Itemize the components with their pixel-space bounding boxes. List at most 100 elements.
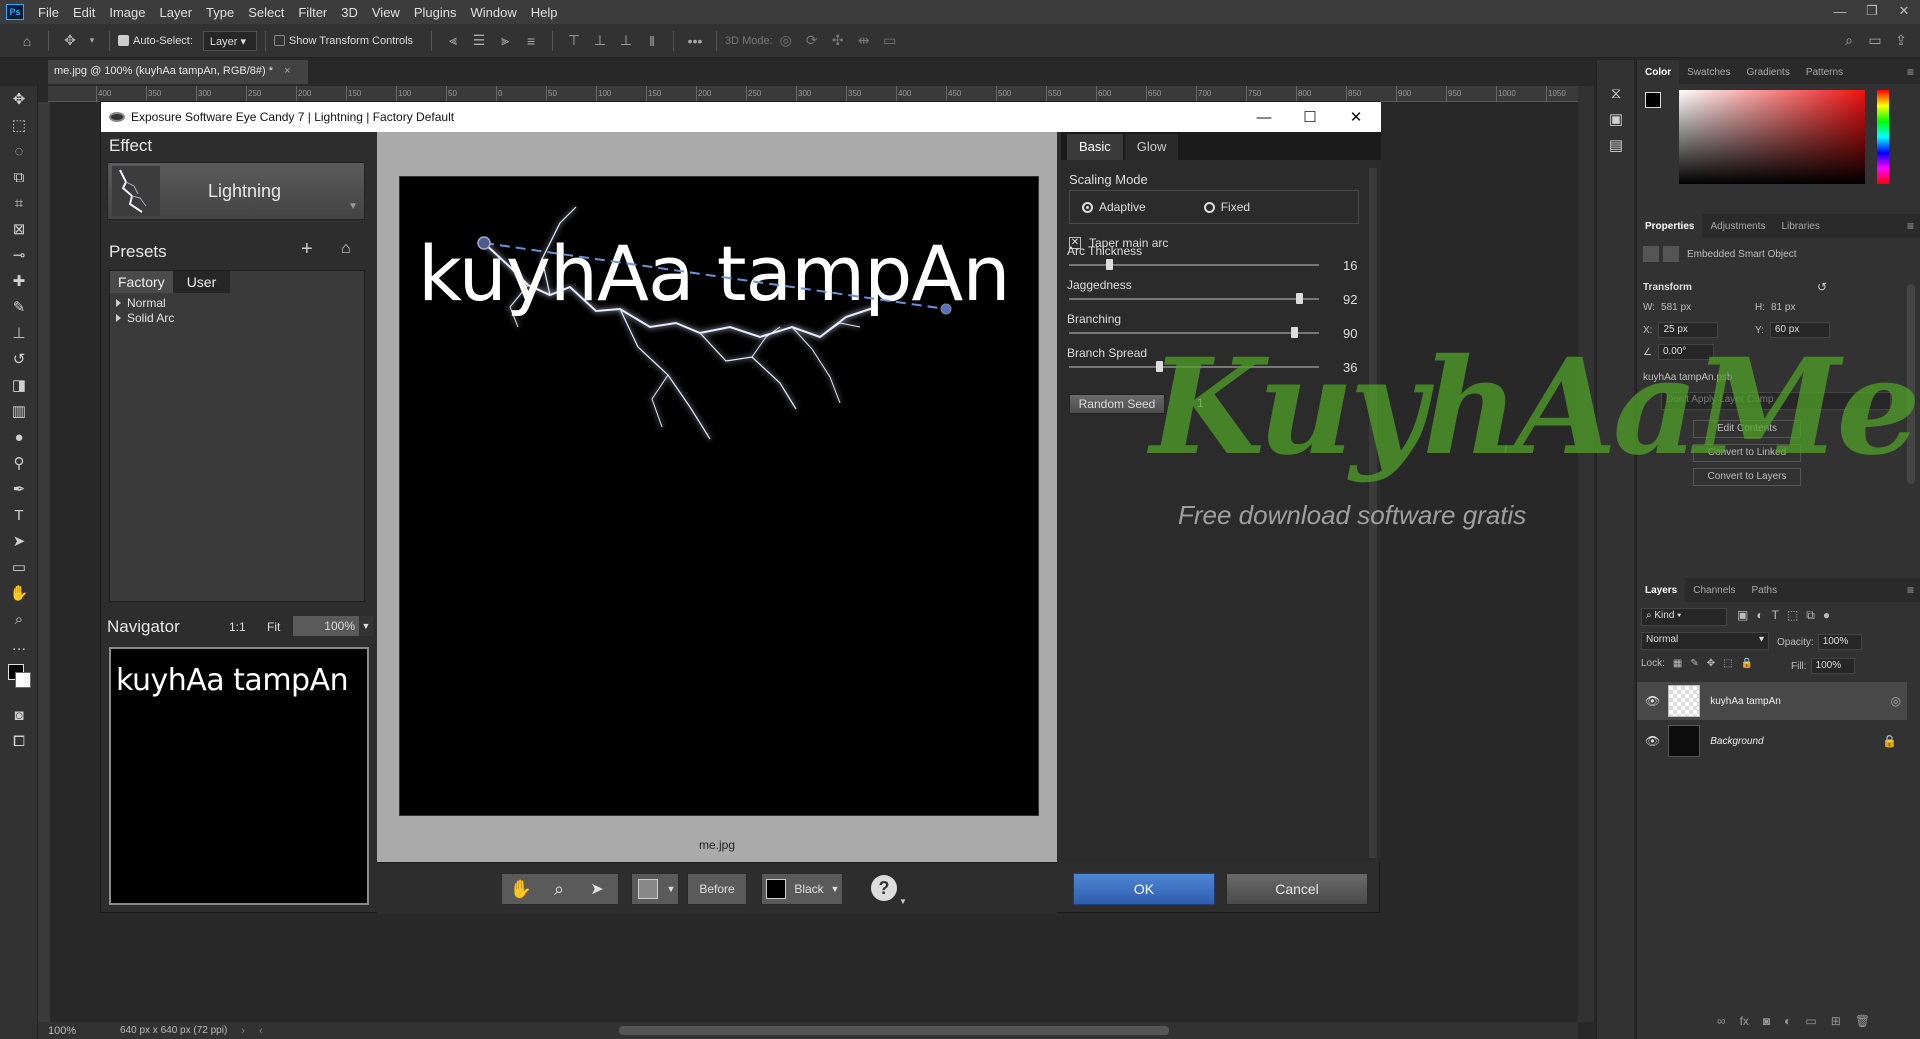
hue-slider[interactable] — [1877, 90, 1889, 184]
tab-user[interactable]: User — [172, 271, 231, 293]
crop-tool-icon[interactable]: ⌗ — [0, 190, 38, 216]
properties-scrollbar[interactable] — [1907, 284, 1915, 484]
menu-edit[interactable]: Edit — [67, 5, 103, 20]
maximize-icon[interactable]: ☐ — [1287, 102, 1333, 132]
lasso-tool-icon[interactable]: ◌ — [0, 138, 38, 164]
zoom-readout[interactable]: 100% — [38, 1025, 98, 1037]
background-color-dropdown[interactable]: Black ▼ — [761, 873, 843, 905]
convert-layers-button[interactable]: Convert to Layers — [1693, 468, 1801, 486]
slider-value[interactable]: 92 — [1343, 292, 1357, 307]
mask-icon[interactable]: ◙ — [1763, 1014, 1770, 1028]
preview-canvas[interactable]: kuyhAa tampAn — [399, 176, 1039, 816]
workspace-icon[interactable]: ▭ — [1866, 32, 1884, 50]
align-right-icon[interactable]: ⫸ — [496, 32, 514, 50]
align-center-icon[interactable]: ☰ — [470, 32, 488, 50]
chevron-right-icon[interactable]: › — [241, 1025, 245, 1037]
align-middle-icon[interactable]: ⊥ — [591, 32, 609, 50]
tab-layers[interactable]: Layers — [1637, 578, 1686, 602]
tab-swatches[interactable]: Swatches — [1679, 60, 1738, 84]
color-field[interactable] — [1679, 90, 1865, 184]
expand-triangle-icon[interactable] — [116, 313, 121, 322]
chevron-down-icon[interactable]: ▼ — [664, 874, 678, 904]
adaptive-radio[interactable] — [1082, 201, 1093, 213]
clone-stamp-icon[interactable]: ⊥ — [0, 320, 38, 346]
camera-3d-icon[interactable]: ▭ — [881, 32, 899, 50]
eye-visibility-icon[interactable]: 👁 — [1645, 694, 1660, 708]
layer-name[interactable]: Background — [1710, 736, 1763, 747]
chevron-down-icon[interactable]: ▾ — [87, 32, 97, 50]
align-top-icon[interactable]: ⊤ — [565, 32, 583, 50]
tab-adjustments[interactable]: Adjustments — [1702, 214, 1773, 238]
chevron-down-icon[interactable]: ▼ — [899, 897, 907, 906]
help-icon[interactable]: ? — [871, 875, 897, 901]
frame-tool-icon[interactable]: ⊠ — [0, 216, 38, 242]
gradient-tool-icon[interactable]: ▥ — [0, 398, 38, 424]
height-value[interactable]: 81 px — [1771, 302, 1795, 313]
rectangle-tool-icon[interactable]: ▭ — [0, 554, 38, 580]
tab-libraries[interactable]: Libraries — [1774, 214, 1828, 238]
menu-type[interactable]: Type — [200, 5, 242, 20]
layer-comp-dropdown[interactable]: Don't Apply Layer Comp — [1661, 392, 1891, 410]
arc-end-handle[interactable] — [940, 303, 952, 315]
menu-help[interactable]: Help — [525, 5, 566, 20]
add-preset-icon[interactable]: + — [301, 238, 313, 261]
menu-layer[interactable]: Layer — [154, 5, 201, 20]
expand-triangle-icon[interactable] — [116, 298, 121, 307]
layer-row[interactable]: 👁 Background 🔒 — [1637, 722, 1907, 760]
y-field[interactable]: 60 px — [1769, 322, 1830, 338]
chevron-left-icon[interactable]: ‹ — [259, 1025, 269, 1037]
preset-group[interactable]: Normal — [110, 295, 364, 310]
orbit-3d-icon[interactable]: ◎ — [777, 32, 795, 50]
new-layer-icon[interactable]: ⊞ — [1831, 1014, 1841, 1028]
lock-position-icon[interactable]: ✥ — [1707, 658, 1715, 669]
align-left-icon[interactable]: ⫷ — [444, 32, 462, 50]
path-select-icon[interactable]: ➤ — [0, 528, 38, 554]
navigator-fit-button[interactable]: Fit — [267, 620, 280, 634]
panel-menu-icon[interactable]: ≡ — [1907, 219, 1914, 233]
effect-selector[interactable]: Lightning ▼ — [107, 162, 365, 220]
menu-filter[interactable]: Filter — [292, 5, 335, 20]
settings-scrollbar[interactable] — [1369, 168, 1377, 858]
x-field[interactable]: 25 px — [1658, 322, 1719, 338]
random-seed-button[interactable]: Random Seed — [1069, 394, 1165, 414]
opacity-field[interactable]: 100% — [1817, 634, 1862, 650]
preset-group[interactable]: Solid Arc — [110, 310, 364, 325]
slider-track[interactable] — [1069, 366, 1319, 368]
auto-select-checkbox[interactable] — [118, 35, 129, 46]
lock-artboard-icon[interactable]: ⬚ — [1723, 658, 1732, 669]
filter-pixel-icon[interactable]: ▣ — [1737, 608, 1748, 623]
distribute-vertical-icon[interactable]: ‖ — [643, 32, 661, 50]
object-select-tool-icon[interactable]: ⧉ — [0, 164, 38, 190]
brush-tool-icon[interactable]: ✎ — [0, 294, 38, 320]
close-icon[interactable]: ✕ — [1333, 102, 1379, 132]
tab-patterns[interactable]: Patterns — [1798, 60, 1851, 84]
dodge-tool-icon[interactable]: ⚲ — [0, 450, 38, 476]
pen-tool-icon[interactable]: ✒ — [0, 476, 38, 502]
search-icon[interactable]: ⌕ — [1840, 32, 1858, 50]
lock-pixels-icon[interactable]: ✎ — [1690, 658, 1698, 669]
tab-gradients[interactable]: Gradients — [1738, 60, 1797, 84]
more-options-icon[interactable]: ••• — [686, 32, 704, 50]
document-tab[interactable]: me.jpg @ 100% (kuyhAa tampAn, RGB/8#) * … — [48, 60, 308, 84]
slide-3d-icon[interactable]: ⇹ — [855, 32, 873, 50]
panel-menu-icon[interactable]: ≡ — [1907, 65, 1914, 79]
fixed-radio[interactable] — [1203, 201, 1215, 213]
distribute-icon[interactable]: ≡ — [522, 32, 540, 50]
vertical-scrollbar[interactable] — [1578, 86, 1594, 1022]
notes-icon[interactable]: ▤ — [1597, 132, 1635, 158]
slider-value[interactable]: 16 — [1343, 258, 1357, 273]
arrow-pointer-icon[interactable]: ➤ — [578, 874, 616, 904]
hand-icon[interactable]: ✋ — [502, 874, 540, 904]
restore-icon[interactable]: ❐ — [1856, 0, 1888, 22]
chevron-down-icon[interactable]: ▼ — [828, 874, 842, 904]
more-tools-icon[interactable]: … — [0, 632, 38, 658]
slider-value[interactable]: 36 — [1343, 360, 1357, 375]
blend-mode-dropdown[interactable]: Normal ▾ — [1641, 632, 1769, 650]
effect-dropdown-icon[interactable]: ▼ — [348, 201, 358, 212]
horizontal-scrollbar[interactable] — [618, 1026, 1169, 1035]
healing-brush-icon[interactable]: ✚ — [0, 268, 38, 294]
lock-all-icon[interactable]: 🔒 — [1741, 658, 1753, 669]
tab-basic[interactable]: Basic — [1067, 134, 1123, 160]
home-icon[interactable]: ⌂ — [18, 32, 36, 50]
slider-track[interactable] — [1069, 332, 1319, 334]
